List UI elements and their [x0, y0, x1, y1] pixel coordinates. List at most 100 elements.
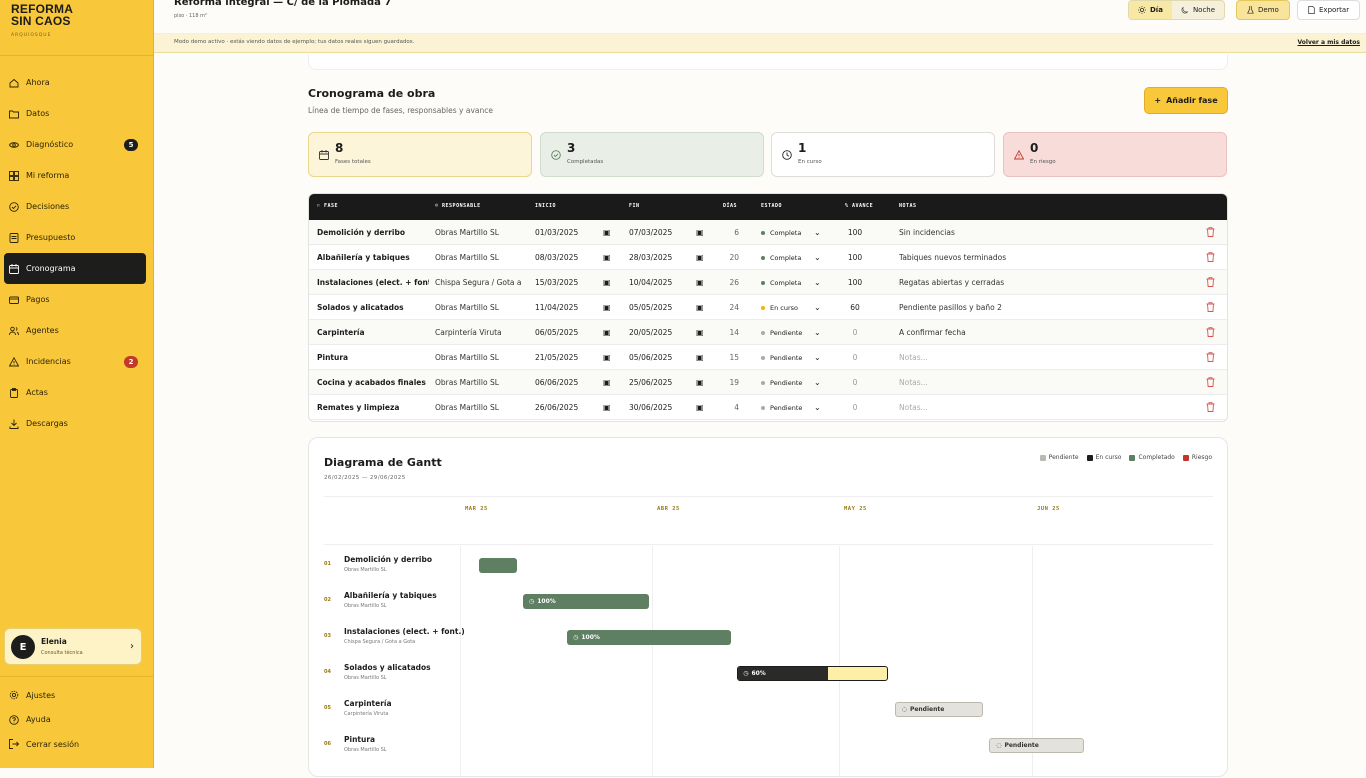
calendar-icon[interactable]: ▣	[696, 303, 704, 312]
gantt-bar[interactable]	[478, 558, 517, 573]
calendar-icon[interactable]: ▣	[696, 353, 704, 362]
sidebar-item-diagnostico[interactable]: Diagnóstico 5	[4, 129, 146, 160]
end-date-input[interactable]: 10/04/2025	[629, 278, 689, 287]
end-date-input[interactable]: 28/03/2025	[629, 253, 689, 262]
sidebar-item-ayuda[interactable]: Ayuda	[4, 708, 146, 733]
notes-input[interactable]: A confirmar fecha	[899, 328, 1159, 337]
responsible-input[interactable]: Obras Martillo SL	[435, 228, 523, 237]
calendar-icon[interactable]: ▣	[696, 228, 704, 237]
phase-name-input[interactable]: Solados y alicatados	[317, 303, 429, 312]
chevron-down-icon[interactable]: ⌄	[814, 403, 821, 412]
phase-name-input[interactable]: Albañilería y tabiques	[317, 253, 429, 262]
add-phase-button[interactable]: + Añadir fase	[1144, 87, 1228, 114]
chevron-down-icon[interactable]: ⌄	[814, 278, 821, 287]
calendar-icon[interactable]: ▣	[603, 403, 611, 412]
calendar-icon[interactable]: ▣	[603, 328, 611, 337]
gantt-bar[interactable]: ◷ 60%	[737, 666, 889, 681]
trash-icon[interactable]	[1206, 252, 1215, 262]
sidebar-item-cerrar-sesion[interactable]: Cerrar sesión	[4, 732, 146, 757]
sidebar-item-decisiones[interactable]: Decisiones	[4, 191, 146, 222]
notes-input[interactable]: Regatas abiertas y cerradas	[899, 278, 1159, 287]
sidebar-item-mi-reforma[interactable]: Mi reforma	[4, 160, 146, 191]
calendar-icon[interactable]: ▣	[603, 253, 611, 262]
start-date-input[interactable]: 01/03/2025	[535, 228, 595, 237]
night-mode-button[interactable]: Noche	[1172, 1, 1224, 19]
notes-input[interactable]: Pendiente pasillos y baño 2	[899, 303, 1159, 312]
progress-input[interactable]: 100	[839, 253, 871, 262]
progress-input[interactable]: 0	[839, 378, 871, 387]
end-date-input[interactable]: 05/05/2025	[629, 303, 689, 312]
progress-input[interactable]: 0	[839, 403, 871, 412]
calendar-icon[interactable]: ▣	[603, 353, 611, 362]
phase-name-input[interactable]: Pintura	[317, 353, 429, 362]
sidebar-item-descargas[interactable]: Descargas	[4, 408, 146, 439]
day-mode-button[interactable]: Día	[1129, 1, 1172, 19]
notes-input[interactable]: Notas...	[899, 378, 1159, 387]
trash-icon[interactable]	[1206, 277, 1215, 287]
calendar-icon[interactable]: ▣	[696, 403, 704, 412]
gantt-bar[interactable]: ◌ Pendiente	[989, 738, 1084, 753]
start-date-input[interactable]: 08/03/2025	[535, 253, 595, 262]
responsible-input[interactable]: Chispa Segura / Gota a Gota	[435, 278, 523, 287]
calendar-icon[interactable]: ▣	[696, 253, 704, 262]
end-date-input[interactable]: 07/03/2025	[629, 228, 689, 237]
user-card[interactable]: E Elenia Consulta técnica ›	[4, 628, 142, 665]
trash-icon[interactable]	[1206, 302, 1215, 312]
sidebar-item-ajustes[interactable]: Ajustes	[4, 683, 146, 708]
end-date-input[interactable]: 05/06/2025	[629, 353, 689, 362]
end-date-input[interactable]: 25/06/2025	[629, 378, 689, 387]
demo-button[interactable]: Demo	[1236, 0, 1290, 20]
start-date-input[interactable]: 06/06/2025	[535, 378, 595, 387]
calendar-icon[interactable]: ▣	[603, 278, 611, 287]
responsible-input[interactable]: Obras Martillo SL	[435, 403, 523, 412]
chevron-down-icon[interactable]: ⌄	[814, 228, 821, 237]
chevron-down-icon[interactable]: ⌄	[814, 303, 821, 312]
responsible-input[interactable]: Obras Martillo SL	[435, 378, 523, 387]
sidebar-item-agentes[interactable]: Agentes	[4, 315, 146, 346]
sidebar-item-datos[interactable]: Datos	[4, 98, 146, 129]
start-date-input[interactable]: 15/03/2025	[535, 278, 595, 287]
start-date-input[interactable]: 26/06/2025	[535, 403, 595, 412]
progress-input[interactable]: 100	[839, 278, 871, 287]
gantt-bar[interactable]: ◌ Pendiente	[894, 702, 983, 717]
sidebar-item-pagos[interactable]: Pagos	[4, 284, 146, 315]
responsible-input[interactable]: Obras Martillo SL	[435, 303, 523, 312]
trash-icon[interactable]	[1206, 352, 1215, 362]
responsible-input[interactable]: Obras Martillo SL	[435, 353, 523, 362]
gantt-bar[interactable]: ◷ 100%	[567, 630, 731, 645]
notes-input[interactable]: Tabiques nuevos terminados	[899, 253, 1159, 262]
chevron-down-icon[interactable]: ⌄	[814, 353, 821, 362]
progress-input[interactable]: 100	[839, 228, 871, 237]
gantt-bar[interactable]: ◷ 100%	[523, 594, 649, 609]
sidebar-item-cronograma[interactable]: Cronograma	[4, 253, 146, 284]
sidebar-item-actas[interactable]: Actas	[4, 377, 146, 408]
trash-icon[interactable]	[1206, 227, 1215, 237]
back-to-my-data-link[interactable]: Volver a mis datos	[1297, 39, 1360, 46]
responsible-input[interactable]: Carpintería Viruta	[435, 328, 523, 337]
sidebar-item-incidencias[interactable]: Incidencias 2	[4, 346, 146, 377]
trash-icon[interactable]	[1206, 402, 1215, 412]
start-date-input[interactable]: 21/05/2025	[535, 353, 595, 362]
phase-name-input[interactable]: Cocina y acabados finales	[317, 378, 429, 387]
notes-input[interactable]: Notas...	[899, 353, 1159, 362]
chevron-down-icon[interactable]: ⌄	[814, 328, 821, 337]
brand-logo[interactable]: REFORMA SIN CAOS	[11, 3, 73, 27]
responsible-input[interactable]: Obras Martillo SL	[435, 253, 523, 262]
phase-name-input[interactable]: Demolición y derribo	[317, 228, 429, 237]
start-date-input[interactable]: 11/04/2025	[535, 303, 595, 312]
calendar-icon[interactable]: ▣	[603, 303, 611, 312]
phase-name-input[interactable]: Remates y limpieza	[317, 403, 429, 412]
calendar-icon[interactable]: ▣	[696, 278, 704, 287]
progress-input[interactable]: 0	[839, 353, 871, 362]
notes-input[interactable]: Sin incidencias	[899, 228, 1159, 237]
trash-icon[interactable]	[1206, 377, 1215, 387]
progress-input[interactable]: 0	[839, 328, 871, 337]
export-button[interactable]: Exportar	[1297, 0, 1361, 20]
trash-icon[interactable]	[1206, 327, 1215, 337]
sidebar-item-ahora[interactable]: Ahora	[4, 67, 146, 98]
chevron-down-icon[interactable]: ⌄	[814, 378, 821, 387]
calendar-icon[interactable]: ▣	[696, 328, 704, 337]
sidebar-item-presupuesto[interactable]: Presupuesto	[4, 222, 146, 253]
calendar-icon[interactable]: ▣	[603, 378, 611, 387]
calendar-icon[interactable]: ▣	[696, 378, 704, 387]
